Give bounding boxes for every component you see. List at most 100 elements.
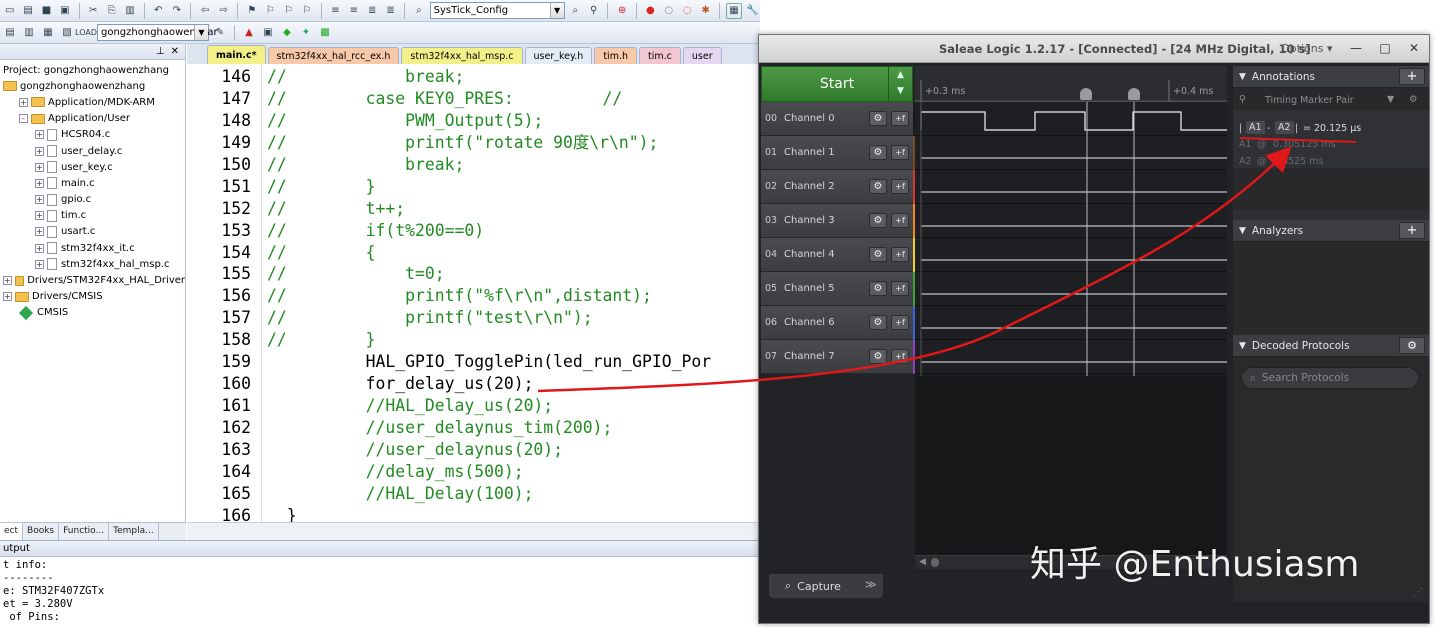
scroll-left-icon[interactable]: ◀ [919,557,926,567]
chevron-down-icon[interactable]: ▼ [1387,94,1394,105]
find-in-files-icon[interactable]: ⌕ [411,3,426,19]
expand-icon[interactable]: + [19,97,28,107]
scroll-thumb[interactable] [931,558,939,567]
project-tree-item[interactable]: + usart.c [0,224,185,240]
run-time-environment-icon[interactable]: ◆ [279,25,295,41]
editor-tab[interactable]: tim.c [639,47,681,64]
expand-icon[interactable]: + [35,211,44,221]
code-line[interactable]: 159 HAL_GPIO_TogglePin(led_run_GPIO_Por [187,351,760,373]
start-button[interactable]: Start ▲ ▼ [761,66,913,102]
search-protocols-input[interactable]: ⌕ Search Protocols [1241,367,1419,389]
delta-a2-chip[interactable]: A2 [1275,121,1294,134]
new-file-icon[interactable]: ▭ [2,3,17,19]
expand-icon[interactable]: + [35,195,44,205]
save-icon[interactable]: ■ [39,3,54,19]
code-line[interactable]: 155 // t=0; [187,263,760,285]
channel-settings-icon[interactable]: ⚙ [869,179,887,194]
close-icon[interactable]: ✕ [171,46,179,57]
channel-settings-icon[interactable]: ⚙ [869,213,887,228]
add-analyzer-button[interactable]: + [1399,222,1425,239]
file-extensions-icon[interactable]: ▣ [260,25,276,41]
project-tree-item[interactable]: + Application/MDK-ARM [0,94,185,110]
channel-settings-icon[interactable]: ⚙ [869,315,887,330]
channel-row[interactable]: 02 Channel 2 ⚙ +f [761,170,917,204]
uncomment-icon[interactable]: ≣ [383,3,398,19]
expand-icon[interactable]: + [3,292,12,302]
code-line[interactable]: 147 // case KEY0_PRES: // [187,88,760,110]
channel-name[interactable]: Channel 1 [781,147,869,158]
project-tree-item[interactable]: + user_delay.c [0,143,185,159]
gear-icon[interactable]: ⚙ [1409,94,1418,105]
rebuild-icon[interactable]: ▦ [40,25,56,41]
channel-name[interactable]: Channel 5 [781,283,869,294]
channel-row[interactable]: 00 Channel 0 ⚙ +f [761,102,917,136]
editor-tab[interactable]: user [682,47,722,64]
expand-icon[interactable]: + [35,130,44,140]
editor-tab[interactable]: main.c* [207,45,266,64]
project-tree-item[interactable]: + HCSR04.c [0,127,185,143]
configure-icon[interactable]: 🔧 [745,3,760,19]
target-combo[interactable]: gongzhonghaowenzhar ▼ [97,24,218,41]
trigger-icon[interactable]: +f [891,281,909,296]
manage-components-icon[interactable]: ▲ [241,25,257,41]
project-tree-item[interactable]: + main.c [0,175,185,191]
cut-icon[interactable]: ✂ [86,3,101,19]
code-line[interactable]: 163 //user_delaynus(20); [187,439,760,461]
code-editor[interactable]: 146 // break; 147 // case KEY0_PRES: // 148 /… [187,64,760,522]
download-icon[interactable]: LOAD [75,25,97,41]
code-line[interactable]: 154 // { [187,242,760,264]
analyzers-header[interactable]: ▼ Analyzers + [1233,220,1429,242]
minimize-icon[interactable]: — [1347,40,1365,56]
debug-icon[interactable]: ⊛ [614,3,629,19]
channel-settings-icon[interactable]: ⚙ [869,111,887,126]
options-menu[interactable]: Options ▾ [1281,42,1332,55]
trigger-icon[interactable]: +f [891,111,909,126]
chevron-down-icon[interactable]: ▼ [549,3,564,18]
channel-settings-icon[interactable]: ⚙ [869,247,887,262]
code-line[interactable]: 166 } [187,505,760,522]
batch-build-icon[interactable]: ▧ [59,25,75,41]
project-tree-item[interactable]: CMSIS [0,305,185,321]
code-line[interactable]: 162 //user_delaynus_tim(200); [187,417,760,439]
pin-icon[interactable]: ⊥ [156,46,165,57]
start-options-arrows-icon[interactable]: ▲ ▼ [888,67,912,101]
translate-icon[interactable]: ▤ [2,25,18,41]
paste-icon[interactable]: ▥ [122,3,137,19]
code-line[interactable]: 165 //HAL_Delay(100); [187,483,760,505]
channel-name[interactable]: Channel 3 [781,215,869,226]
pack-installer-icon[interactable]: ✦ [298,25,314,41]
project-tree-item[interactable]: + stm32f4xx_it.c [0,240,185,256]
trigger-icon[interactable]: +f [891,179,909,194]
more-tabs-icon[interactable]: ≫ [865,578,877,591]
code-line[interactable]: 153 // if(t%200==0) [187,220,760,242]
editor-tab[interactable]: user_key.h [524,47,593,64]
build-icon[interactable]: ▥ [21,25,37,41]
breakpoint-disable-icon[interactable]: ○ [661,3,676,19]
expand-icon[interactable]: + [35,162,44,172]
project-tree-item[interactable]: + user_key.c [0,159,185,175]
code-line[interactable]: 161 //HAL_Delay_us(20); [187,395,760,417]
channel-name[interactable]: Channel 0 [781,113,869,124]
editor-horizontal-scrollbar[interactable] [187,522,760,540]
expand-icon[interactable]: + [35,259,44,269]
editor-tab[interactable]: stm32f4xx_hal_rcc_ex.h [267,47,400,64]
bookmark-clear-icon[interactable]: ⚐ [299,3,314,19]
breakpoint-icon[interactable]: ● [643,3,658,19]
breakpoint-kill-icon[interactable]: ✱ [698,3,713,19]
bookmark-icon[interactable]: ⚑ [244,3,259,19]
project-tree-item[interactable]: gongzhonghaowenzhang [0,78,185,94]
marker-a1-handle[interactable] [1080,88,1092,100]
close-icon[interactable]: ✕ [1405,40,1423,56]
channel-row[interactable]: 04 Channel 4 ⚙ +f [761,238,917,272]
channel-row[interactable]: 03 Channel 3 ⚙ +f [761,204,917,238]
maximize-icon[interactable]: □ [1376,40,1394,56]
code-line[interactable]: 146 // break; [187,66,760,88]
add-annotation-button[interactable]: + [1399,68,1425,85]
nav-forward-icon[interactable]: ⇨ [216,3,231,19]
expand-icon[interactable]: + [35,243,44,253]
trigger-icon[interactable]: +f [891,349,909,364]
channel-row[interactable]: 07 Channel 7 ⚙ +f [761,340,917,374]
waveform-area[interactable]: +0.3 ms +0.4 ms [915,66,1227,376]
project-tree-item[interactable]: - Application/User [0,111,185,127]
channel-name[interactable]: Channel 6 [781,317,869,328]
